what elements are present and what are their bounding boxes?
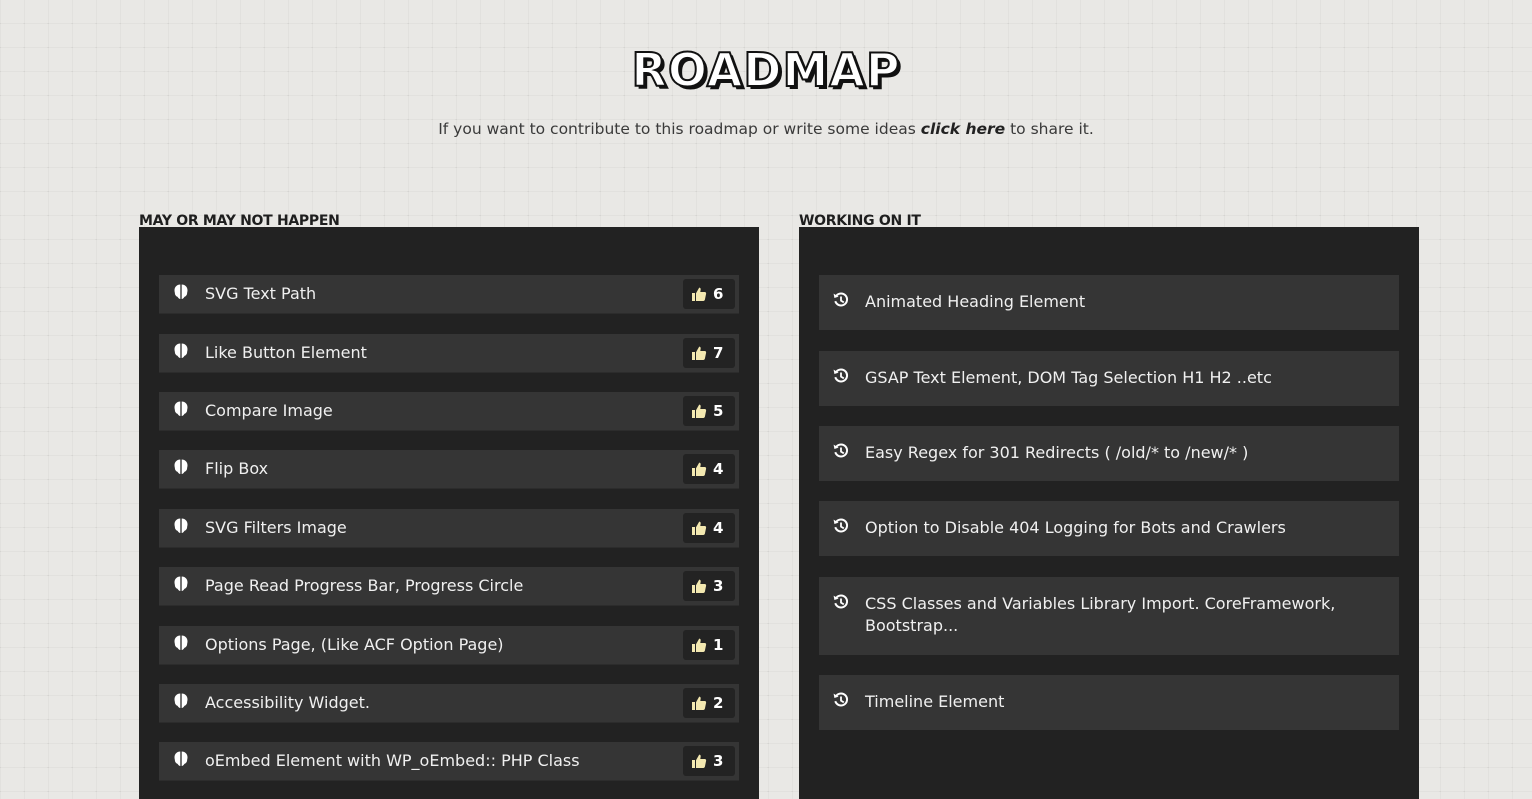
working-item-label: CSS Classes and Variables Library Import…: [865, 594, 1336, 635]
thumbs-up-icon: [692, 462, 707, 476]
vote-count: 4: [713, 519, 724, 537]
history-icon: [833, 518, 848, 533]
maybe-panel: SVG Text Path 6 Like Button Element 7 Co…: [139, 227, 759, 799]
page-subtitle: If you want to contribute to this roadma…: [0, 118, 1532, 140]
brain-icon: [174, 518, 188, 533]
working-item-label: Easy Regex for 301 Redirects ( /old/* to…: [865, 443, 1249, 462]
working-item: CSS Classes and Variables Library Import…: [819, 577, 1399, 655]
brain-icon: [174, 576, 188, 591]
idea-label: Like Button Element: [205, 343, 367, 362]
vote-count: 7: [713, 344, 724, 362]
brain-icon: [174, 284, 188, 299]
history-icon: [833, 594, 848, 609]
thumbs-up-icon: [692, 346, 707, 360]
idea-label: SVG Filters Image: [205, 518, 347, 537]
brain-icon: [174, 401, 188, 416]
vote-count: 4: [713, 460, 724, 478]
thumbs-up-icon: [692, 754, 707, 768]
thumbs-up-icon: [692, 579, 707, 593]
history-icon: [833, 443, 848, 458]
idea-item[interactable]: SVG Text Path 6: [159, 275, 739, 314]
idea-label: Accessibility Widget.: [205, 693, 370, 712]
working-item: Easy Regex for 301 Redirects ( /old/* to…: [819, 426, 1399, 481]
like-button[interactable]: 4: [683, 454, 735, 484]
idea-label: Options Page, (Like ACF Option Page): [205, 635, 504, 654]
like-button[interactable]: 1: [683, 630, 735, 660]
idea-item[interactable]: Options Page, (Like ACF Option Page) 1: [159, 626, 739, 665]
brain-icon: [174, 693, 188, 708]
page-title: ROADMAP: [630, 43, 901, 97]
thumbs-up-icon: [692, 696, 707, 710]
like-button[interactable]: 2: [683, 688, 735, 718]
like-button[interactable]: 3: [683, 571, 735, 601]
vote-count: 3: [713, 752, 724, 770]
idea-label: Compare Image: [205, 401, 333, 420]
idea-item[interactable]: SVG Filters Image 4: [159, 509, 739, 548]
like-button[interactable]: 3: [683, 746, 735, 776]
like-button[interactable]: 4: [683, 513, 735, 543]
idea-item[interactable]: Compare Image 5: [159, 392, 739, 431]
thumbs-up-icon: [692, 404, 707, 418]
brain-icon: [174, 635, 188, 650]
history-icon: [833, 368, 848, 383]
idea-item[interactable]: Like Button Element 7: [159, 334, 739, 373]
working-item: Animated Heading Element: [819, 275, 1399, 330]
like-button[interactable]: 5: [683, 396, 735, 426]
idea-label: oEmbed Element with WP_oEmbed:: PHP Clas…: [205, 751, 580, 770]
history-icon: [833, 692, 848, 707]
history-icon: [833, 292, 848, 307]
idea-label: Page Read Progress Bar, Progress Circle: [205, 576, 524, 595]
idea-item[interactable]: oEmbed Element with WP_oEmbed:: PHP Clas…: [159, 742, 739, 781]
like-button[interactable]: 6: [683, 279, 735, 309]
working-item-label: Option to Disable 404 Logging for Bots a…: [865, 518, 1286, 537]
working-item: Option to Disable 404 Logging for Bots a…: [819, 501, 1399, 556]
like-button[interactable]: 7: [683, 338, 735, 368]
working-item-label: Animated Heading Element: [865, 292, 1086, 311]
working-item-label: Timeline Element: [865, 692, 1005, 711]
idea-item[interactable]: Page Read Progress Bar, Progress Circle …: [159, 567, 739, 606]
working-item: Timeline Element: [819, 675, 1399, 730]
working-item: GSAP Text Element, DOM Tag Selection H1 …: [819, 351, 1399, 406]
subtitle-text-before: If you want to contribute to this roadma…: [438, 120, 921, 138]
thumbs-up-icon: [692, 521, 707, 535]
vote-count: 5: [713, 402, 724, 420]
contribute-link[interactable]: click here: [921, 120, 1005, 138]
thumbs-up-icon: [692, 287, 707, 301]
idea-item[interactable]: Accessibility Widget. 2: [159, 684, 739, 723]
vote-count: 6: [713, 285, 724, 303]
brain-icon: [174, 343, 188, 358]
brain-icon: [174, 751, 188, 766]
brain-icon: [174, 459, 188, 474]
vote-count: 2: [713, 694, 724, 712]
idea-item[interactable]: Flip Box 4: [159, 450, 739, 489]
working-panel: Animated Heading Element GSAP Text Eleme…: [799, 227, 1419, 799]
subtitle-text-after: to share it.: [1005, 120, 1094, 138]
vote-count: 1: [713, 636, 724, 654]
thumbs-up-icon: [692, 638, 707, 652]
vote-count: 3: [713, 577, 724, 595]
idea-label: SVG Text Path: [205, 284, 317, 303]
idea-label: Flip Box: [205, 459, 269, 478]
working-item-label: GSAP Text Element, DOM Tag Selection H1 …: [865, 368, 1272, 387]
